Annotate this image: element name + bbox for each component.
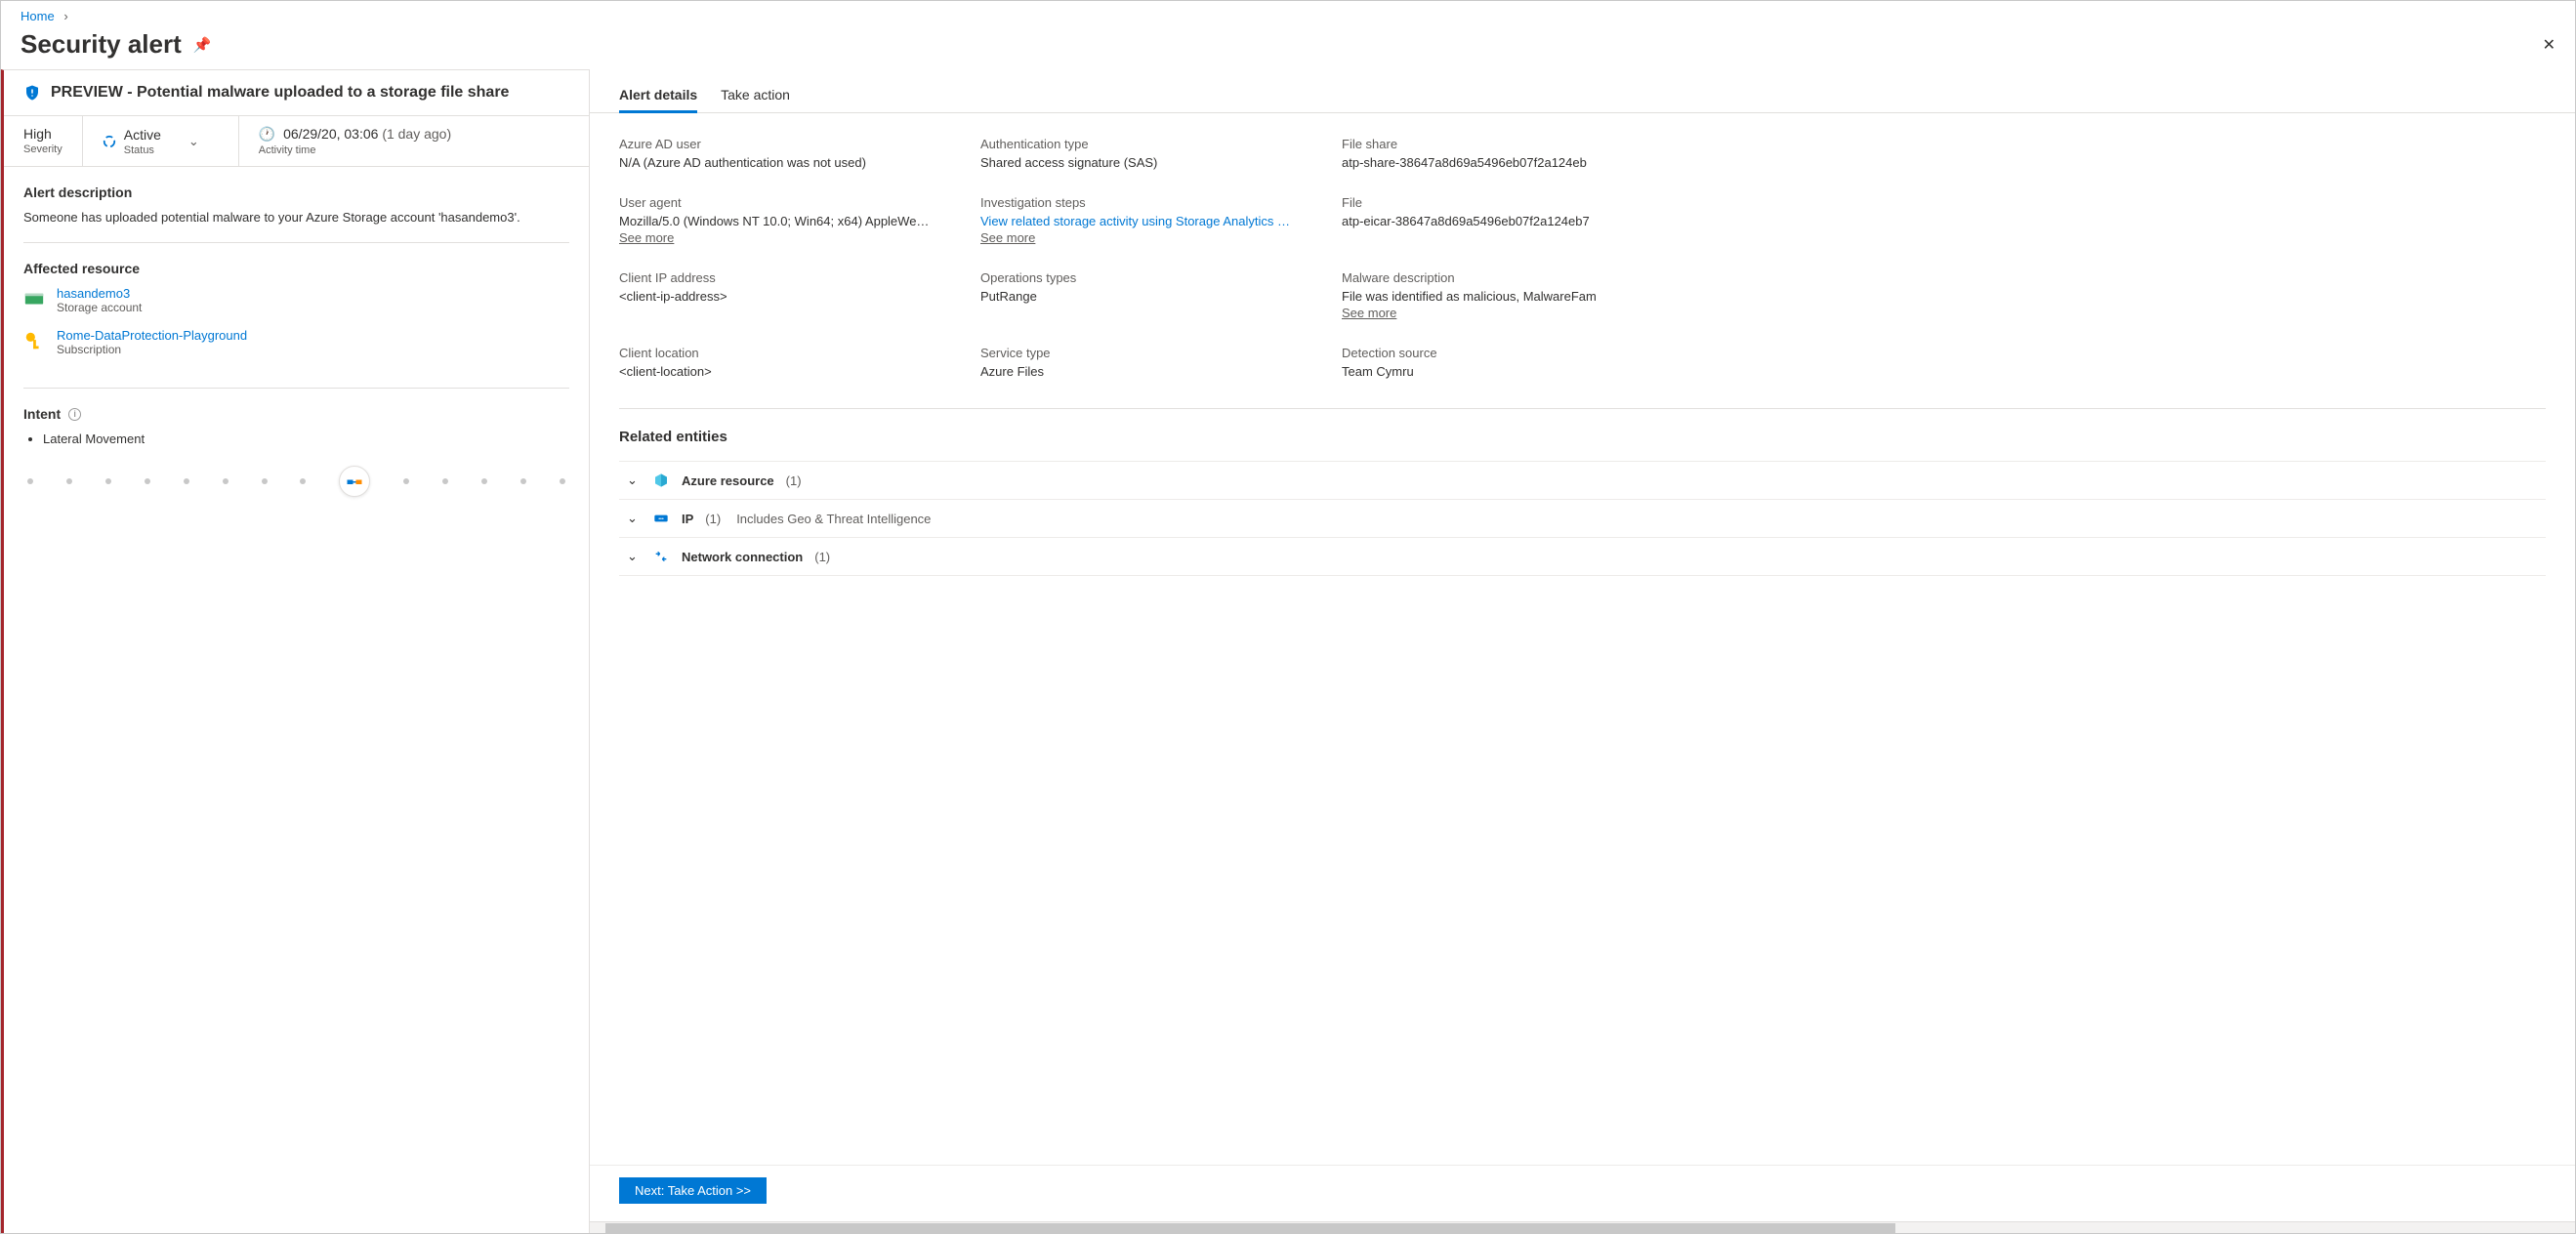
storage-resource[interactable]: hasandemo3 Storage account: [23, 286, 569, 314]
alert-title: PREVIEW - Potential malware uploaded to …: [4, 70, 589, 115]
close-icon[interactable]: ✕: [2543, 35, 2555, 55]
chevron-down-icon: ⌄: [188, 134, 199, 149]
tabs: Alert details Take action: [590, 69, 2575, 113]
investigation-link[interactable]: View related storage activity using Stor…: [980, 214, 1312, 228]
field-client-ip: Client IP address <client-ip-address>: [619, 270, 951, 320]
active-status-icon: [103, 135, 116, 148]
breadcrumb: Home ›: [1, 1, 2575, 25]
field-user-agent: User agent Mozilla/5.0 (Windows NT 10.0;…: [619, 195, 951, 245]
affected-resource-section: Affected resource hasandemo3 Storage acc…: [4, 243, 589, 388]
related-entities-section: Related entities ⌄ Azure resource (1) ⌄ …: [619, 408, 2546, 576]
chevron-down-icon: ⌄: [627, 473, 641, 488]
left-panel: PREVIEW - Potential malware uploaded to …: [1, 69, 589, 1233]
details-grid: Azure AD user N/A (Azure AD authenticati…: [619, 137, 2546, 379]
time-metric: 🕐 06/29/20, 03:06 (1 day ago) Activity t…: [239, 116, 589, 166]
network-icon: [652, 548, 670, 565]
pin-icon[interactable]: 📌: [193, 36, 212, 54]
intent-section: Intent i Lateral Movement: [4, 389, 589, 514]
subscription-resource[interactable]: Rome-DataProtection-Playground Subscript…: [23, 328, 569, 356]
horizontal-scrollbar[interactable]: [590, 1221, 2575, 1233]
field-client-location: Client location <client-location>: [619, 346, 951, 379]
alert-description-section: Alert description Someone has uploaded p…: [4, 167, 589, 242]
status-metric[interactable]: Active Status ⌄: [83, 116, 239, 166]
tab-alert-details[interactable]: Alert details: [619, 87, 697, 113]
field-service-type: Service type Azure Files: [980, 346, 1312, 379]
footer: Next: Take Action >>: [590, 1165, 2575, 1221]
kill-chain: [23, 466, 569, 497]
chevron-down-icon: ⌄: [627, 511, 641, 526]
page-title: Security alert 📌: [21, 29, 211, 60]
svg-text:•••: •••: [658, 516, 664, 522]
field-file-share: File share atp-share-38647a8d69a5496eb07…: [1342, 137, 1674, 170]
right-panel: Alert details Take action Azure AD user …: [589, 69, 2575, 1233]
lateral-movement-icon: [346, 473, 363, 490]
field-investigation: Investigation steps View related storage…: [980, 195, 1312, 245]
entity-network-connection[interactable]: ⌄ Network connection (1): [619, 537, 2546, 576]
field-azure-ad-user: Azure AD user N/A (Azure AD authenticati…: [619, 137, 951, 170]
tab-take-action[interactable]: Take action: [721, 87, 790, 112]
next-take-action-button[interactable]: Next: Take Action >>: [619, 1177, 767, 1204]
intent-item: Lateral Movement: [43, 432, 569, 446]
metrics-row: High Severity Active Status ⌄ 🕐 06/29/20…: [4, 115, 589, 167]
shield-icon: [23, 84, 41, 102]
kill-chain-active-step: [339, 466, 370, 497]
storage-icon: [23, 288, 45, 309]
field-malware-desc: Malware description File was identified …: [1342, 270, 1674, 320]
field-file: File atp-eicar-38647a8d69a5496eb07f2a124…: [1342, 195, 1674, 245]
clock-icon: 🕐: [259, 126, 275, 142]
chevron-down-icon: ⌄: [627, 549, 641, 564]
info-icon[interactable]: i: [68, 408, 81, 421]
field-detection-source: Detection source Team Cymru: [1342, 346, 1674, 379]
key-icon: [23, 330, 45, 351]
entity-azure-resource[interactable]: ⌄ Azure resource (1): [619, 461, 2546, 499]
entity-ip[interactable]: ⌄ ••• IP (1) Includes Geo & Threat Intel…: [619, 499, 2546, 537]
field-ops-types: Operations types PutRange: [980, 270, 1312, 320]
see-more-link[interactable]: See more: [619, 230, 674, 245]
severity-metric: High Severity: [4, 116, 83, 166]
breadcrumb-home-link[interactable]: Home: [21, 9, 55, 23]
ip-icon: •••: [652, 510, 670, 527]
cube-icon: [652, 472, 670, 489]
see-more-link[interactable]: See more: [1342, 306, 1396, 320]
field-auth-type: Authentication type Shared access signat…: [980, 137, 1312, 170]
chevron-right-icon: ›: [63, 9, 67, 23]
see-more-link[interactable]: See more: [980, 230, 1035, 245]
